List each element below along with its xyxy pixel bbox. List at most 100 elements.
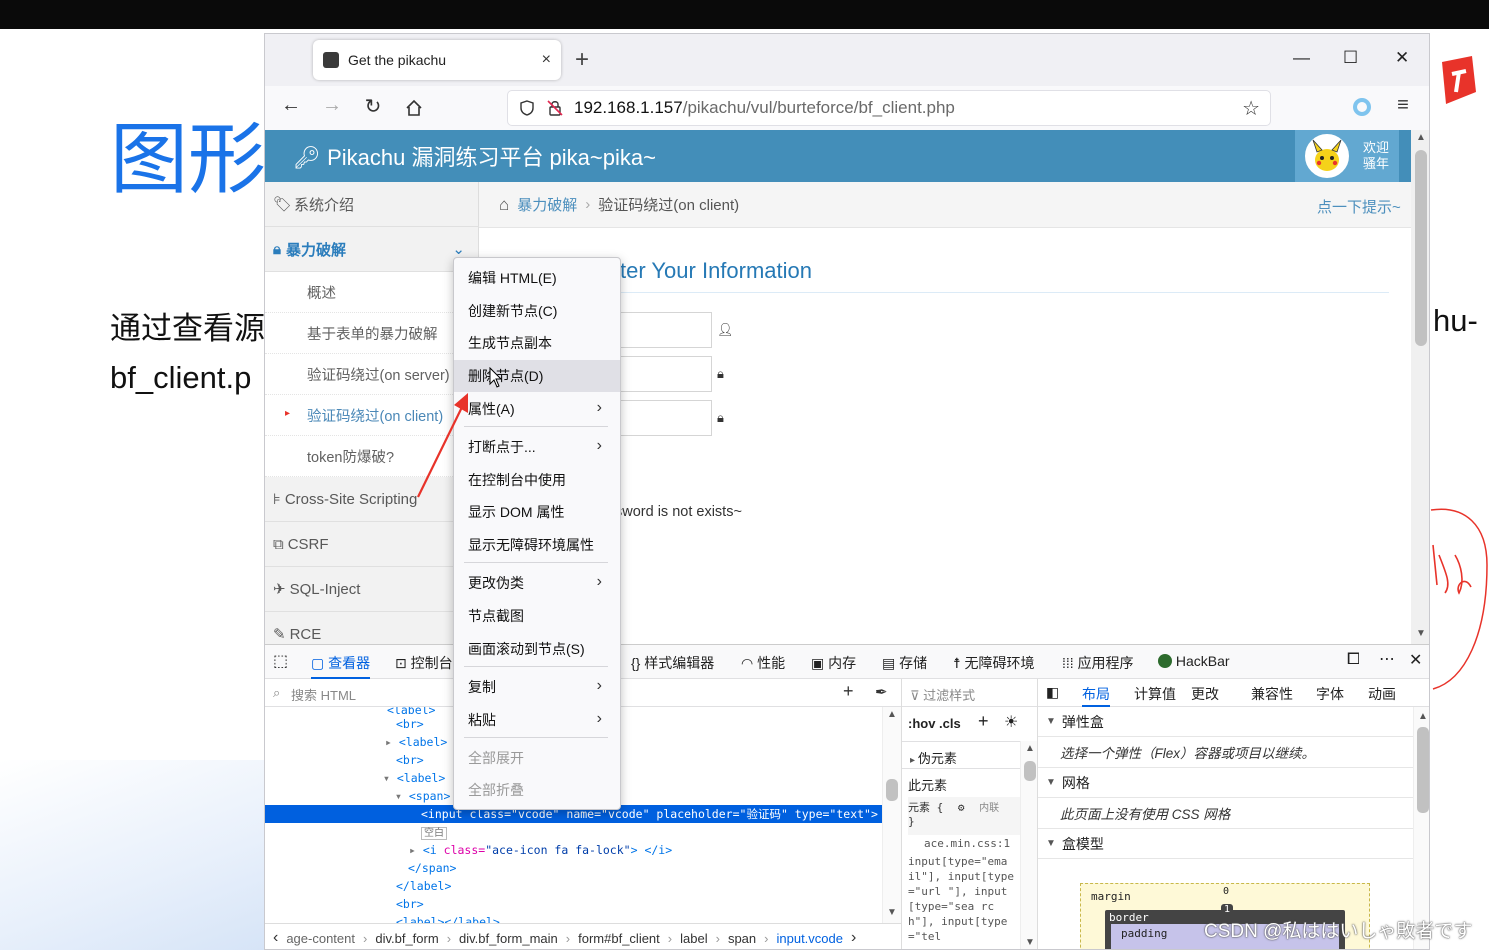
home-icon[interactable]: ⌂ — [499, 195, 509, 215]
user-box[interactable]: 欢迎 骚年 — [1295, 130, 1399, 182]
light-theme-icon[interactable]: ☀ — [1004, 712, 1018, 732]
sidebar-item-csrf[interactable]: ⧉ CSRF — [265, 522, 479, 567]
password-input[interactable] — [605, 356, 712, 392]
tree-node[interactable]: </label> — [265, 877, 885, 895]
sidebar-toggle-icon[interactable]: ◧ — [1046, 684, 1059, 701]
more-options-icon[interactable]: ⋯ — [1379, 649, 1395, 669]
scroll-up-icon[interactable]: ▲ — [887, 709, 897, 720]
crumb-item[interactable]: div.bf_form_main — [459, 931, 558, 946]
tab-storage[interactable]: ▤ 存储 — [882, 653, 927, 673]
crumb-right-icon[interactable]: › — [843, 929, 864, 947]
insecure-lock-icon[interactable] — [546, 99, 564, 117]
page-scroll-thumb[interactable] — [1415, 150, 1427, 346]
tree-node[interactable]: 空白 — [265, 823, 885, 841]
eyedropper-icon[interactable]: ✒ — [875, 683, 888, 701]
tab-memory[interactable]: ▣ 内存 — [811, 653, 856, 673]
element-rule[interactable]: 元素 { ⚙ 内联 } — [908, 797, 1020, 835]
tab-computed[interactable]: 计算值 — [1134, 684, 1176, 704]
menu-item-create-node[interactable]: 创建新节点(C) — [454, 295, 620, 327]
html-search-input[interactable]: 搜索 HTML — [291, 685, 356, 704]
tab-animations[interactable]: 动画 — [1368, 684, 1396, 704]
filter-styles-input[interactable]: ⊽ 过滤样式 — [902, 679, 1038, 707]
username-input[interactable] — [605, 312, 712, 348]
scroll-up-icon[interactable]: ▲ — [1416, 132, 1426, 143]
stylesheet-link[interactable]: ace.min.css:1 — [924, 837, 1010, 850]
tab-hackbar[interactable]: HackBar — [1158, 653, 1230, 669]
tree-node[interactable]: <label></label> — [265, 913, 885, 923]
scroll-down-icon[interactable]: ▼ — [1025, 937, 1035, 948]
menu-item-scroll-into-view[interactable]: 画面滚动到节点(S) — [454, 633, 620, 665]
menu-item-collapse-all[interactable]: 全部折叠 — [454, 774, 620, 806]
add-rule-icon[interactable]: + — [978, 711, 989, 732]
sidebar-sub-overview[interactable]: 概述 — [265, 272, 479, 313]
window-close-button[interactable]: ✕ — [1395, 48, 1409, 68]
tree-node[interactable]: </span> — [265, 859, 885, 877]
extension-icon[interactable] — [1353, 98, 1371, 116]
back-arrow-icon[interactable]: ← — [277, 94, 305, 117]
menu-item-duplicate-node[interactable]: 生成节点副本 — [454, 327, 620, 359]
url-bar[interactable]: 192.168.1.157 /pikachu/vul/burteforce/bf… — [507, 90, 1271, 126]
tab-fonts[interactable]: 字体 — [1316, 684, 1344, 704]
menu-icon[interactable]: ≡ — [1389, 94, 1417, 117]
hov-cls-toggle[interactable]: :hov .cls — [908, 716, 961, 731]
menu-item-show-a11y-props[interactable]: 显示无障碍环境属性 — [454, 529, 620, 561]
crumb-item[interactable]: div.bf_form — [375, 931, 438, 946]
scroll-down-icon[interactable]: ▼ — [1416, 628, 1426, 639]
menu-item-copy[interactable]: 复制 › — [454, 671, 620, 703]
tab-layout[interactable]: 布局 — [1082, 684, 1110, 707]
crumb-item[interactable]: age-content — [286, 931, 355, 946]
devtools-close-icon[interactable]: ✕ — [1409, 650, 1422, 670]
captcha-input[interactable] — [605, 400, 712, 436]
flexbox-section[interactable]: ▼ 弹性盒 — [1038, 707, 1413, 737]
browser-tab[interactable]: Get the pikachu × — [313, 40, 561, 80]
boxmodel-section[interactable]: ▼ 盒模型 — [1038, 829, 1413, 859]
tree-node[interactable]: <br> — [265, 895, 885, 913]
sidebar-item-bruteforce[interactable]: 🔒︎ 暴力破解 ⌄ — [265, 227, 479, 272]
tab-accessibility[interactable]: ☨ 无障碍环境 — [953, 653, 1035, 673]
tree-scrollbar[interactable]: ▲ ▼ — [882, 707, 901, 923]
pseudo-elements-toggle[interactable]: ▸ 伪元素 — [902, 741, 1020, 769]
sidebar-item-sqli[interactable]: ✈︎ SQL-Inject — [265, 567, 479, 612]
menu-item-paste[interactable]: 粘贴 › — [454, 704, 620, 736]
sidebar-sub-form-bruteforce[interactable]: 基于表单的暴力破解 — [265, 313, 479, 354]
page-scrollbar[interactable]: ▲ ▼ — [1411, 130, 1429, 644]
crumb-item-active[interactable]: input.vcode — [776, 931, 843, 946]
tree-node[interactable]: ▸ <i class="ace-icon fa fa-lock"> </i> — [265, 841, 885, 859]
sidebar-item-rce[interactable]: ✎ RCE — [265, 612, 479, 644]
layout-scrollbar[interactable]: ▲ — [1413, 707, 1429, 949]
rules-scroll-thumb[interactable] — [1024, 761, 1036, 781]
crumb-item[interactable]: span — [728, 931, 756, 946]
bookmark-star-icon[interactable]: ☆ — [1242, 96, 1260, 121]
element-picker-icon[interactable]: ⬚ — [273, 651, 288, 671]
tab-style-editor[interactable]: {} 样式编辑器 — [631, 653, 714, 673]
layout-scroll-thumb[interactable] — [1417, 727, 1429, 813]
crumb-left-icon[interactable]: ‹ — [265, 929, 286, 947]
new-tab-button[interactable]: + — [575, 46, 589, 74]
rules-scrollbar[interactable]: ▲ ▼ — [1020, 741, 1038, 949]
shield-icon[interactable] — [518, 99, 536, 117]
home-icon[interactable] — [405, 99, 423, 117]
add-node-icon[interactable]: + — [843, 681, 854, 702]
dock-icon[interactable]: ⧠ — [1347, 651, 1360, 669]
reload-icon[interactable]: ↻ — [359, 94, 387, 119]
tab-changes[interactable]: 更改 — [1191, 684, 1219, 704]
maximize-button[interactable]: ☐ — [1343, 48, 1358, 68]
tab-inspector[interactable]: ▢ 查看器 — [311, 653, 371, 679]
tab-application[interactable]: ⁞⁞⁞ 应用程序 — [1062, 653, 1134, 673]
menu-item-edit-html[interactable]: 编辑 HTML(E) — [454, 262, 620, 294]
tab-console[interactable]: ⊡ 控制台 — [395, 653, 453, 673]
grid-section[interactable]: ▼ 网格 — [1038, 768, 1413, 798]
scroll-up-icon[interactable]: ▲ — [1025, 743, 1035, 754]
menu-item-change-pseudo[interactable]: 更改伪类 › — [454, 567, 620, 599]
minimize-button[interactable]: — — [1293, 48, 1310, 68]
tab-performance[interactable]: ◠ 性能 — [741, 653, 785, 673]
crumb-item[interactable]: label — [680, 931, 707, 946]
tab-compatibility[interactable]: 兼容性 — [1251, 684, 1293, 704]
tab-close-icon[interactable]: × — [542, 51, 551, 69]
sidebar-item-intro[interactable]: 🏷︎ 系统介绍 — [265, 182, 479, 227]
scroll-down-icon[interactable]: ▼ — [887, 907, 897, 918]
scroll-up-icon[interactable]: ▲ — [1418, 711, 1428, 722]
breadcrumb-link[interactable]: 暴力破解 — [517, 194, 577, 215]
forward-arrow-icon[interactable]: → — [318, 94, 346, 117]
hint-link[interactable]: 点一下提示~ — [1317, 196, 1401, 217]
